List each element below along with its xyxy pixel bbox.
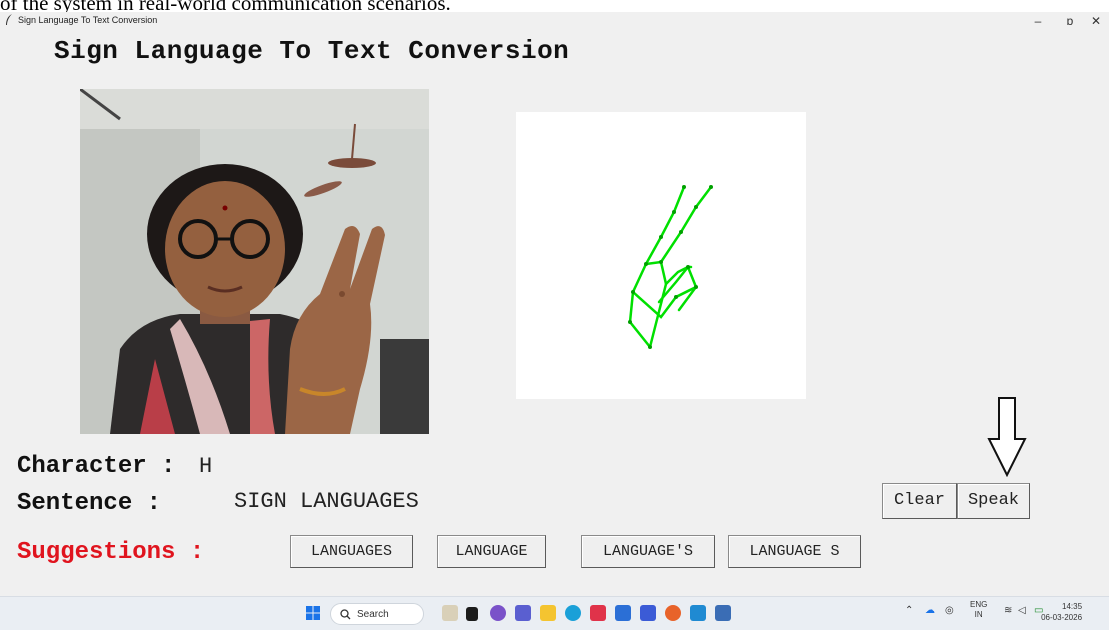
suggestions-label: Suggestions : [17,539,205,566]
vscode-icon[interactable] [690,605,706,621]
volume-icon[interactable]: ◁ [1018,605,1026,616]
clock[interactable]: 14:35 06-03-2026 [1041,601,1083,623]
suggestion-button-4[interactable]: LANGUAGE S [728,535,861,568]
restore-button[interactable]: ɒ [1056,12,1084,30]
wps-icon[interactable] [590,605,606,621]
firefox-icon[interactable] [665,605,681,621]
copilot-icon[interactable] [442,605,458,621]
suggestion-button-2[interactable]: LANGUAGE [437,535,546,568]
suggestion-button-1[interactable]: LANGUAGES [290,535,413,568]
sentence-label: Sentence : [17,490,162,517]
python-app-icon[interactable] [715,605,731,621]
hand-landmark-drawing [628,185,713,349]
feather-icon [6,14,12,25]
widgets-icon[interactable] [490,605,506,621]
region-code: IN [974,610,983,619]
sync-icon[interactable]: ◎ [945,605,954,616]
edge-icon[interactable] [565,605,581,621]
windows-start-icon[interactable] [305,605,321,621]
teams-icon[interactable] [515,605,531,621]
webcam-frame-image [80,89,429,434]
page-title: Sign Language To Text Conversion [54,36,570,66]
language-code: ENG [970,600,988,609]
clock-time: 14:35 [1062,602,1083,611]
camera-feed [80,89,429,434]
file-explorer-icon[interactable] [540,605,556,621]
clear-button[interactable]: Clear [882,483,957,519]
search-icon [340,609,351,620]
store-icon[interactable] [615,605,631,621]
character-label: Character : [17,453,176,480]
window-title: Sign Language To Text Conversion [18,15,158,25]
chevron-up-icon[interactable]: ⌃ [905,605,913,616]
minimize-button[interactable]: – [1024,12,1052,30]
title-bar: Sign Language To Text Conversion – ɒ ✕ [0,12,1109,30]
taskbar-search[interactable]: Search [330,603,424,625]
close-button[interactable]: ✕ [1082,12,1109,30]
search-placeholder: Search [357,609,389,620]
taskbar: Search ⌃ ☁ ◎ ENG IN ≋ ◁ ▭ 14:35 06-03-20… [0,596,1109,630]
language-indicator[interactable]: ENG IN [970,600,987,620]
sentence-value: SIGN LANGUAGES [234,489,419,514]
onedrive-icon[interactable]: ☁ [925,605,935,616]
editor-icon[interactable] [640,605,656,621]
suggestion-button-3[interactable]: LANGUAGE'S [581,535,715,568]
character-value: H [199,454,213,479]
wifi-icon[interactable]: ≋ [1004,605,1012,616]
speak-button[interactable]: Speak [957,483,1030,519]
task-view-icon[interactable] [466,607,478,621]
app-window: Sign Language To Text Conversion – ɒ ✕ S… [0,12,1109,596]
clock-date: 06-03-2026 [1041,613,1083,622]
down-arrow-annotation-icon [987,397,1027,477]
hand-skeleton-panel [516,112,806,399]
